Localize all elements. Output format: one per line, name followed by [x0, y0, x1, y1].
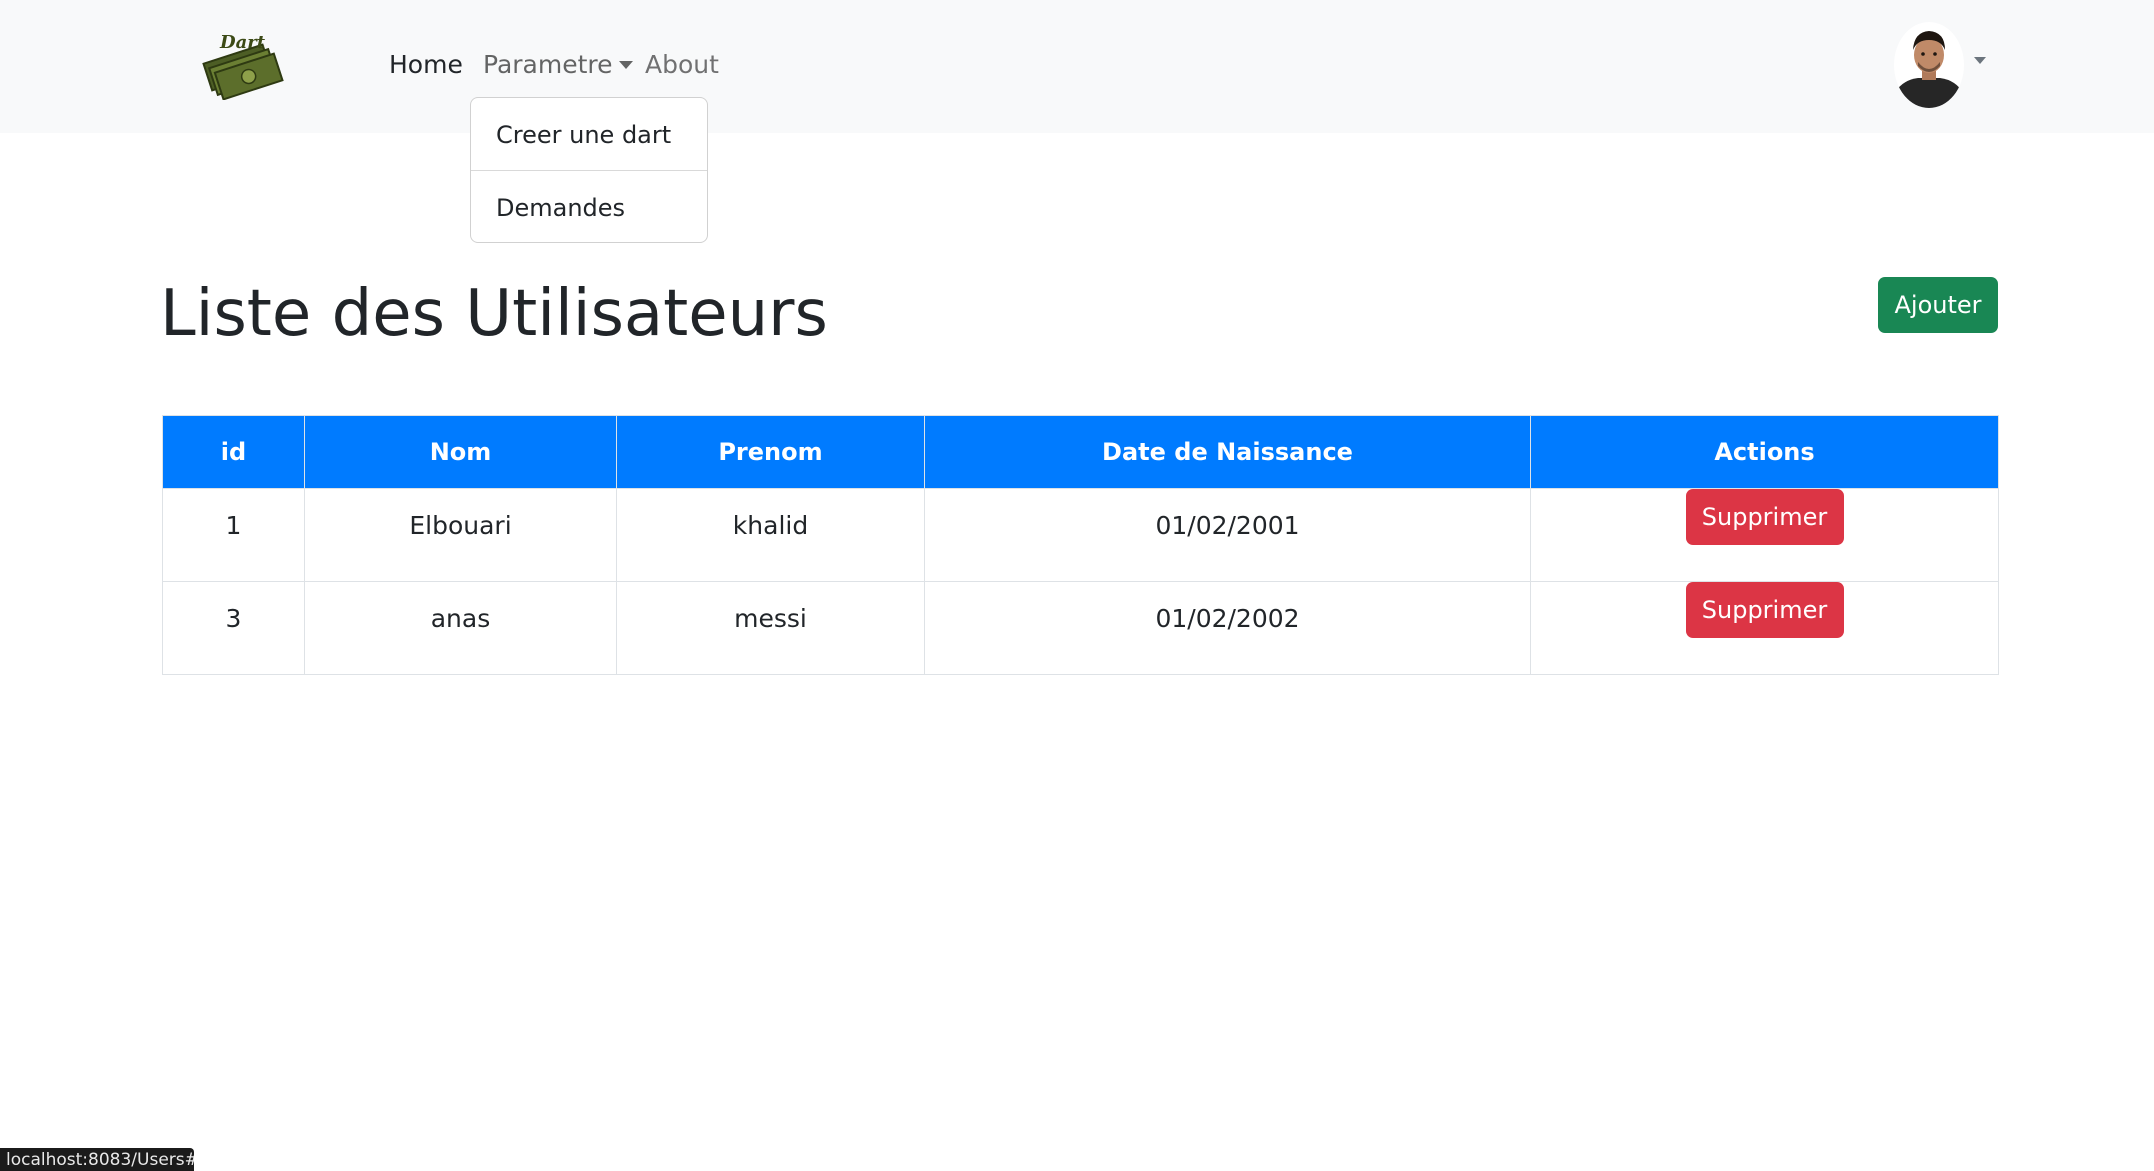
cell-actions: Supprimer: [1530, 488, 1999, 582]
delete-user-button[interactable]: Supprimer: [1685, 489, 1844, 545]
cell-date-text: 01/02/2002: [1155, 604, 1300, 633]
cell-date-naissance: 01/02/2002: [924, 581, 1531, 675]
cell-prenom: messi: [616, 581, 925, 675]
delete-user-button[interactable]: Supprimer: [1685, 582, 1844, 638]
column-header-id: id: [162, 415, 305, 489]
users-table: id Nom Prenom Date de Naissance Actions …: [162, 415, 1999, 675]
column-header-actions: Actions: [1530, 415, 1999, 489]
cell-id: 1: [162, 488, 305, 582]
svg-text:Dart: Dart: [219, 32, 266, 53]
cell-actions: Supprimer: [1530, 581, 1999, 675]
cell-prenom-text: messi: [734, 604, 807, 633]
cell-id-text: 1: [225, 511, 242, 540]
cell-prenom-text: khalid: [732, 511, 809, 540]
cell-nom-text: Elbouari: [409, 511, 512, 540]
table-row: 3 anas messi 01/02/2002 Supprimer: [162, 581, 1999, 675]
avatar-dropdown-chevron-icon[interactable]: [1974, 57, 1986, 64]
link-status-bar: localhost:8083/Users#: [0, 1148, 194, 1171]
page-title: Liste des Utilisateurs: [160, 277, 828, 351]
table-row: 1 Elbouari khalid 01/02/2001 Supprimer: [162, 488, 1999, 582]
table-header-row: id Nom Prenom Date de Naissance Actions: [162, 415, 1999, 489]
dart-money-logo-icon[interactable]: Dart: [200, 28, 286, 101]
cell-date-naissance: 01/02/2001: [924, 488, 1531, 582]
nav-parametre-label: Parametre: [483, 50, 613, 79]
column-header-prenom: Prenom: [616, 415, 925, 489]
cell-nom: anas: [304, 581, 617, 675]
top-navbar: Dart Home Parametre About: [0, 0, 2154, 133]
cell-date-text: 01/02/2001: [1155, 511, 1300, 540]
column-header-date-naissance: Date de Naissance: [924, 415, 1531, 489]
nav-link-home[interactable]: Home: [389, 48, 463, 82]
cell-nom-text: anas: [430, 604, 491, 633]
cell-prenom: khalid: [616, 488, 925, 582]
cell-id-text: 3: [225, 604, 242, 633]
caret-down-icon: [618, 61, 633, 69]
cell-id: 3: [162, 581, 305, 675]
parametre-dropdown-menu: Creer une dart Demandes: [470, 97, 708, 243]
nav-dropdown-parametre[interactable]: Parametre: [483, 48, 633, 82]
user-avatar-icon[interactable]: [1894, 22, 1964, 108]
nav-link-about[interactable]: About: [645, 48, 719, 82]
cell-nom: Elbouari: [304, 488, 617, 582]
dropdown-divider: [471, 170, 707, 171]
menu-item-creer-une-dart[interactable]: Creer une dart: [496, 119, 671, 151]
menu-item-demandes[interactable]: Demandes: [496, 192, 625, 224]
column-header-nom: Nom: [304, 415, 617, 489]
add-user-button[interactable]: Ajouter: [1878, 277, 1998, 333]
